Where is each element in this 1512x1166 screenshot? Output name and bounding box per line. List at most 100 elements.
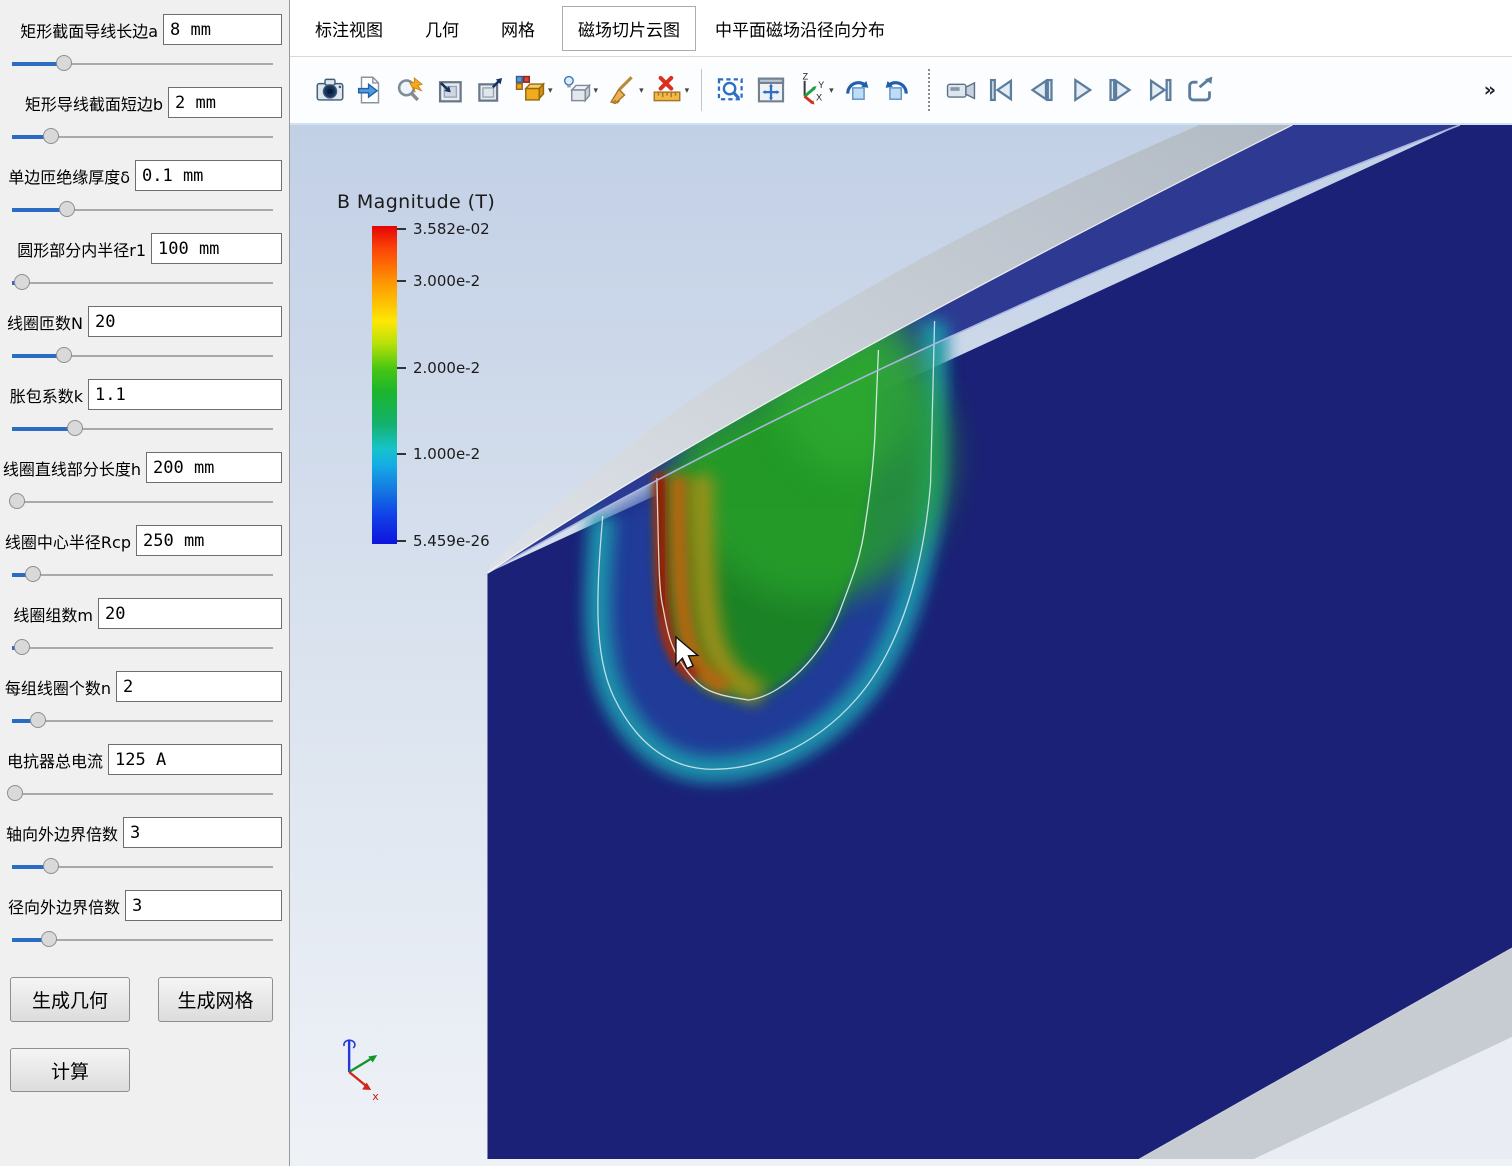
param-slider[interactable] [12,929,273,951]
rotate-ccw-icon [880,73,914,107]
param-slider[interactable] [12,199,273,221]
dropdown-caret[interactable]: ▾ [594,85,599,96]
slider-thumb[interactable] [59,201,75,217]
param-block: 线圈匝数N [0,298,289,371]
param-slider[interactable] [12,53,273,75]
camera-button[interactable] [310,65,350,115]
slider-thumb[interactable] [14,274,30,290]
rotate-cw-button[interactable] [837,65,877,115]
toolbar: ▾ ▾ ▾ [290,57,1512,125]
param-input[interactable] [88,306,282,337]
param-slider[interactable] [12,856,273,878]
tick-label: 2.000e-2 [413,359,480,377]
param-input[interactable] [136,525,282,556]
slider-thumb[interactable] [30,712,46,728]
seek-end-button[interactable] [1141,65,1181,115]
param-input[interactable] [168,87,282,118]
section-view-icon [513,73,547,107]
clean-view-button[interactable]: ▾ [601,65,647,115]
slider-thumb[interactable] [43,128,59,144]
replay-button[interactable] [1181,65,1221,115]
legend-title: B Magnitude (T) [337,191,495,213]
param-input[interactable] [108,744,282,775]
legend-tick: 5.459e-26 [397,532,490,550]
slider-thumb[interactable] [43,858,59,874]
view-orientation-button[interactable]: Z Y X ▾ [791,65,837,115]
section-view-button[interactable]: ▾ [510,65,556,115]
record-video-button[interactable] [941,65,981,115]
toolbar-overflow-button[interactable]: » [1484,79,1500,101]
param-input[interactable] [125,890,282,921]
param-input[interactable] [151,233,282,264]
slider-thumb[interactable] [41,931,57,947]
measure-off-icon [650,73,684,107]
colorbar-legend: B Magnitude (T) 3.582e-02 3.000e-2 2.000… [337,191,495,544]
param-slider[interactable] [12,783,273,805]
param-slider[interactable] [12,564,273,586]
zoom-window-button[interactable] [470,65,510,115]
step-back-button[interactable] [1021,65,1061,115]
compute-button[interactable]: 计算 [10,1048,130,1092]
render-mode-icon [559,73,593,107]
legend-tick: 2.000e-2 [397,359,480,377]
tab-geometry[interactable]: 几何 [410,7,474,50]
slider-thumb[interactable] [56,55,72,71]
generate-mesh-button[interactable]: 生成网格 [158,977,273,1022]
slider-thumb[interactable] [25,566,41,582]
seek-start-icon [984,73,1018,107]
tab-field-slice-contour[interactable]: 磁场切片云图 [562,6,696,51]
slider-track [12,720,273,722]
dropdown-caret[interactable]: ▾ [685,85,690,96]
param-slider[interactable] [12,637,273,659]
tab-mesh[interactable]: 网格 [486,7,550,50]
param-slider[interactable] [12,491,273,513]
slider-thumb[interactable] [9,493,25,509]
tick-dash [397,280,406,282]
slider-thumb[interactable] [67,420,83,436]
param-input[interactable] [88,379,282,410]
step-forward-button[interactable] [1101,65,1141,115]
param-label: 矩形截面导线长边a [20,18,158,42]
toolbar-separator [701,69,702,111]
svg-text:x: x [372,1090,379,1103]
zoom-region-button[interactable] [711,65,751,115]
param-slider[interactable] [12,345,273,367]
param-input[interactable] [163,14,282,45]
quick-zoom-button[interactable] [390,65,430,115]
rotate-cw-icon [840,73,874,107]
param-block: 每组线圈个数n [0,663,289,736]
pan-button[interactable] [751,65,791,115]
tab-midplane-radial-distribution[interactable]: 中平面磁场沿径向分布 [700,7,900,50]
dropdown-caret[interactable]: ▾ [639,85,644,96]
param-input[interactable] [146,452,282,483]
slider-thumb[interactable] [7,785,23,801]
export-image-button[interactable] [350,65,390,115]
param-slider[interactable] [12,272,273,294]
param-input[interactable] [98,598,282,629]
slider-track [12,282,273,284]
dropdown-caret[interactable]: ▾ [548,85,553,96]
play-button[interactable] [1061,65,1101,115]
step-back-icon [1024,73,1058,107]
render-mode-button[interactable]: ▾ [556,65,602,115]
legend-tick: 3.582e-02 [397,220,490,238]
view-orientation-triad-icon: Z Y X [794,73,828,107]
generate-geometry-button[interactable]: 生成几何 [10,977,130,1022]
param-input[interactable] [135,160,282,191]
rotate-ccw-button[interactable] [877,65,917,115]
slider-thumb[interactable] [14,639,30,655]
tab-annotation-view[interactable]: 标注视图 [300,7,398,50]
measure-toggle-button[interactable]: ▾ [647,65,693,115]
param-input[interactable] [116,671,282,702]
slider-thumb[interactable] [56,347,72,363]
param-label: 线圈匝数N [7,310,83,334]
seek-start-button[interactable] [981,65,1021,115]
zoom-to-fit-button[interactable] [430,65,470,115]
param-slider[interactable] [12,418,273,440]
param-input[interactable] [123,817,282,848]
svg-text:X: X [816,93,822,103]
dropdown-caret[interactable]: ▾ [829,85,834,96]
param-slider[interactable] [12,710,273,732]
viewport-3d[interactable]: x B Magnitude (T) 3.582e-02 3.000e-2 [290,125,1512,1166]
param-slider[interactable] [12,126,273,148]
